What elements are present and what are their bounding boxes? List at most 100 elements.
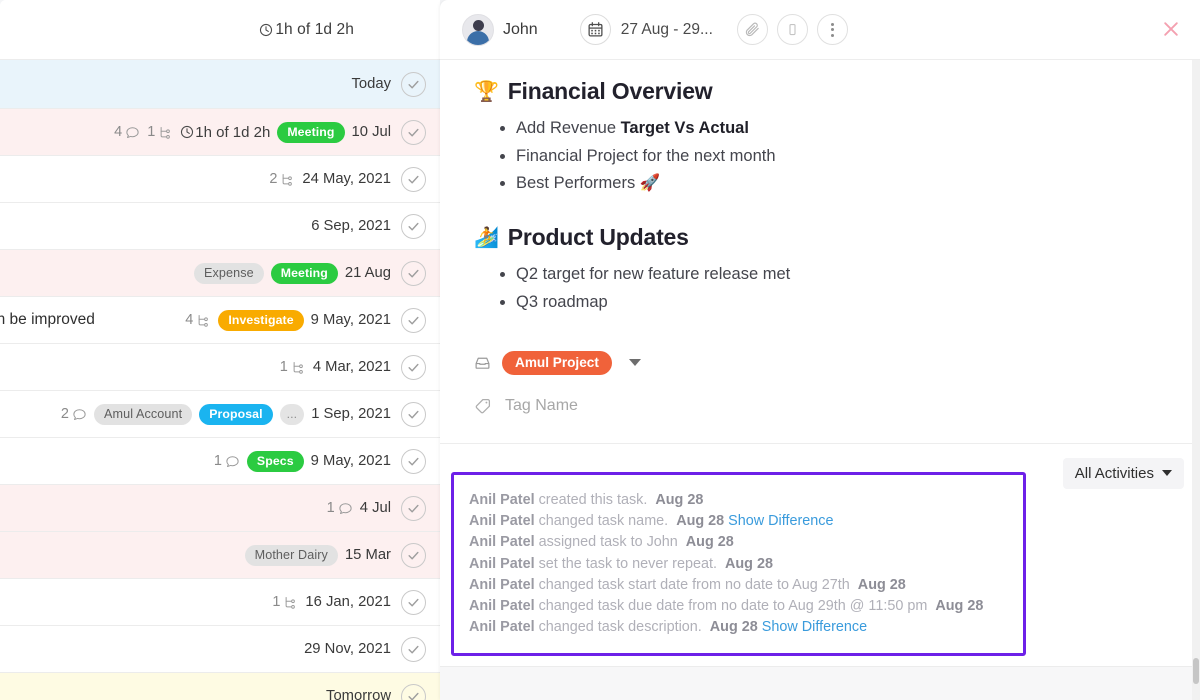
panel-scrollbar[interactable] bbox=[1192, 60, 1200, 700]
task-row[interactable]: Tomorrow bbox=[0, 673, 440, 700]
show-difference-link[interactable]: Show Difference bbox=[762, 619, 867, 635]
check-icon bbox=[407, 596, 420, 609]
complete-task-button[interactable] bbox=[401, 72, 426, 97]
task-row[interactable]: Mother Dairy 15 Mar bbox=[0, 532, 440, 579]
task-row[interactable]: 29 Nov, 2021 bbox=[0, 626, 440, 673]
app-root: 1h of 1d 2h Today411h of 1d 2hMeeting10 … bbox=[0, 0, 1200, 700]
description-list: Add Revenue Target Vs ActualFinancial Pr… bbox=[516, 115, 1200, 198]
complete-task-button[interactable] bbox=[401, 214, 426, 239]
task-tag-chip[interactable]: Mother Dairy bbox=[245, 545, 338, 566]
complete-task-button[interactable] bbox=[401, 637, 426, 662]
date-range-text: 27 Aug - 29... bbox=[621, 21, 713, 39]
meta-comment-icon: 4 bbox=[114, 124, 140, 140]
check-icon bbox=[407, 173, 420, 186]
project-chip[interactable]: Amul Project bbox=[502, 351, 612, 375]
meta-subtask-icon: 1 bbox=[280, 359, 306, 375]
task-date: 15 Mar bbox=[345, 547, 391, 563]
more-options-button[interactable] bbox=[817, 14, 848, 45]
complete-task-button[interactable] bbox=[401, 167, 426, 192]
task-tag-chip[interactable]: Investigate bbox=[218, 310, 303, 331]
task-tag-chip[interactable]: Meeting bbox=[277, 122, 344, 143]
task-tag-chip[interactable]: Proposal bbox=[199, 404, 272, 425]
complete-task-button[interactable] bbox=[401, 496, 426, 521]
task-row[interactable]: 1Specs9 May, 2021 bbox=[0, 438, 440, 485]
task-description[interactable]: 🏆Financial OverviewAdd Revenue Target Vs… bbox=[440, 60, 1200, 317]
meta-subtask-icon: 2 bbox=[269, 171, 295, 187]
task-row[interactable]: 2Amul AccountProposal...1 Sep, 2021 bbox=[0, 391, 440, 438]
task-meta: 2Amul AccountProposal...1 Sep, 2021 bbox=[61, 404, 391, 425]
tag-row[interactable]: Tag Name bbox=[440, 397, 1200, 415]
task-meta: 224 May, 2021 bbox=[269, 171, 391, 187]
task-tag-chip[interactable]: Meeting bbox=[271, 263, 338, 284]
task-meta: ExpenseMeeting21 Aug bbox=[194, 263, 391, 284]
task-tag-chip[interactable]: Amul Account bbox=[94, 404, 192, 425]
avatar bbox=[462, 14, 494, 46]
attachment-button[interactable] bbox=[737, 14, 768, 45]
activity-action: created this task. bbox=[539, 492, 648, 508]
activity-action: changed task start date from no date to … bbox=[539, 577, 850, 593]
clock-icon bbox=[180, 125, 194, 139]
activity-action: set the task to never repeat. bbox=[539, 556, 717, 572]
task-row[interactable]: 116 Jan, 2021 bbox=[0, 579, 440, 626]
description-list-item: Q2 target for new feature release met bbox=[516, 261, 1200, 289]
clock-icon bbox=[259, 23, 273, 37]
activity-entry: Anil Patel changed task description. Aug… bbox=[469, 617, 1007, 638]
task-title: an be improved bbox=[0, 311, 95, 329]
task-row[interactable]: ExpenseMeeting21 Aug bbox=[0, 250, 440, 297]
description-list-item: Best Performers 🚀 bbox=[516, 170, 1200, 198]
task-row[interactable]: Today bbox=[0, 60, 440, 109]
complete-task-button[interactable] bbox=[401, 120, 426, 145]
activities-filter-dropdown[interactable]: All Activities bbox=[1063, 458, 1184, 489]
project-row[interactable]: Amul Project bbox=[440, 351, 1200, 375]
subtask-icon bbox=[283, 595, 298, 610]
task-row[interactable]: s14 Jul bbox=[0, 485, 440, 532]
task-meta: 14 Mar, 2021 bbox=[280, 359, 391, 375]
show-difference-link[interactable]: Show Difference bbox=[728, 513, 833, 529]
activity-timestamp: Aug 28 bbox=[725, 556, 773, 572]
calendar-button[interactable] bbox=[580, 14, 611, 45]
caret-down-icon[interactable] bbox=[629, 359, 641, 366]
assignee-control[interactable]: John bbox=[462, 14, 538, 46]
meta-subtask-icon: 1 bbox=[147, 124, 173, 140]
task-meta: 14 Jul bbox=[327, 500, 391, 516]
tag-input-placeholder[interactable]: Tag Name bbox=[505, 397, 578, 415]
activities-section: All Activities Anil Patel created this t… bbox=[440, 443, 1200, 656]
task-tag-chip[interactable]: Expense bbox=[194, 263, 264, 284]
task-row[interactable]: 14 Mar, 2021 bbox=[0, 344, 440, 391]
task-tag-chip[interactable]: Specs bbox=[247, 451, 304, 472]
note-button[interactable] bbox=[777, 14, 808, 45]
heading-emoji: 🏆 bbox=[474, 79, 499, 104]
scrollbar-thumb[interactable] bbox=[1193, 658, 1199, 684]
complete-task-button[interactable] bbox=[401, 543, 426, 568]
task-date: 29 Nov, 2021 bbox=[304, 641, 391, 657]
activity-action: changed task due date from no date to Au… bbox=[539, 598, 928, 614]
task-row[interactable]: 6 Sep, 2021 bbox=[0, 203, 440, 250]
complete-task-button[interactable] bbox=[401, 261, 426, 286]
complete-task-button[interactable] bbox=[401, 684, 426, 700]
task-date: 4 Jul bbox=[360, 500, 391, 516]
task-meta: 116 Jan, 2021 bbox=[272, 594, 391, 610]
activity-action: assigned task to John bbox=[539, 534, 678, 550]
activity-author: Anil Patel bbox=[469, 534, 535, 550]
meta-subtask-icon: 4 bbox=[185, 312, 211, 328]
inbox-icon bbox=[474, 354, 491, 371]
task-tag-chip[interactable]: ... bbox=[280, 404, 305, 425]
complete-task-button[interactable] bbox=[401, 449, 426, 474]
date-range-control[interactable]: 27 Aug - 29... bbox=[580, 14, 713, 45]
subtask-icon bbox=[291, 360, 306, 375]
close-button[interactable] bbox=[1160, 18, 1182, 40]
task-row[interactable]: 224 May, 2021 bbox=[0, 156, 440, 203]
activity-entry: Anil Patel created this task. Aug 28 bbox=[469, 490, 1007, 511]
complete-task-button[interactable] bbox=[401, 308, 426, 333]
complete-task-button[interactable] bbox=[401, 355, 426, 380]
task-meta: 411h of 1d 2hMeeting10 Jul bbox=[114, 122, 391, 143]
task-date: 9 May, 2021 bbox=[311, 312, 391, 328]
comment-icon bbox=[338, 501, 353, 516]
check-icon bbox=[407, 267, 420, 280]
task-meta: Tomorrow bbox=[326, 688, 391, 700]
task-row[interactable]: an be improved 4 Investigate 9 May, 2021 bbox=[0, 297, 440, 344]
task-row[interactable]: 411h of 1d 2hMeeting10 Jul bbox=[0, 109, 440, 156]
complete-task-button[interactable] bbox=[401, 402, 426, 427]
complete-task-button[interactable] bbox=[401, 590, 426, 615]
activity-entry: Anil Patel set the task to never repeat.… bbox=[469, 554, 1007, 575]
